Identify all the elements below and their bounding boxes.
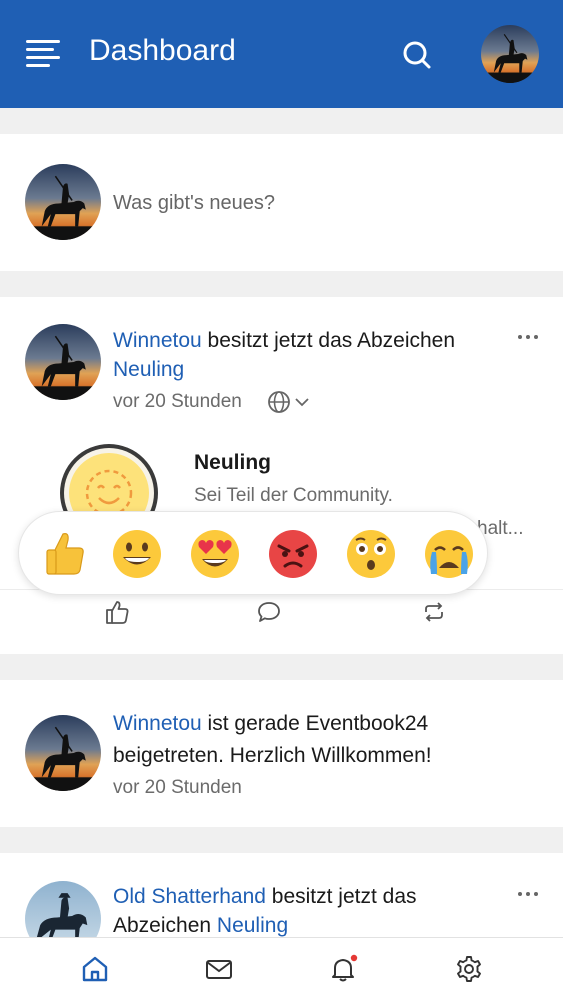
user-link[interactable]: Winnetou <box>113 329 202 352</box>
app-bar: Dashboard <box>0 0 563 108</box>
avatar[interactable] <box>25 324 101 400</box>
reaction-picker <box>18 511 488 595</box>
post-actions <box>0 589 563 633</box>
like-icon[interactable] <box>103 598 131 626</box>
notifications-bell-icon[interactable] <box>328 954 358 984</box>
home-icon[interactable] <box>80 954 110 984</box>
more-options-icon[interactable] <box>516 886 540 896</box>
thumbs-up-reaction-icon[interactable] <box>39 528 91 580</box>
page-title: Dashboard <box>89 34 236 67</box>
post-text: Winnetou ist gerade Eventbook24 beigetre… <box>113 712 432 767</box>
profile-avatar[interactable] <box>481 25 539 83</box>
post-card: Winnetou besitzt jetzt das Abzeichen Neu… <box>0 297 563 654</box>
angry-reaction-icon[interactable] <box>267 528 319 580</box>
post-card: Winnetou ist gerade Eventbook24 beigetre… <box>0 680 563 827</box>
grinning-reaction-icon[interactable] <box>111 528 163 580</box>
badge-link[interactable]: Neuling <box>217 914 288 937</box>
comment-icon[interactable] <box>255 598 283 626</box>
user-link[interactable]: Winnetou <box>113 712 202 735</box>
avatar[interactable] <box>25 164 101 240</box>
post-text: Old Shatterhand besitzt jetzt das Abzeic… <box>113 885 417 937</box>
heart-eyes-reaction-icon[interactable] <box>189 528 241 580</box>
badge-description: Sei Teil der Community. <box>194 485 393 506</box>
menu-icon[interactable] <box>26 38 62 68</box>
composer-card: Was gibt's neues? <box>0 134 563 271</box>
crying-reaction-icon[interactable] <box>423 528 475 580</box>
badge-title: Neuling <box>194 451 271 474</box>
user-link[interactable]: Old Shatterhand <box>113 885 266 908</box>
avatar[interactable] <box>25 715 101 791</box>
post-time: vor 20 Stunden <box>113 777 242 798</box>
search-icon[interactable] <box>398 36 438 76</box>
bottom-navigation <box>0 937 563 1000</box>
visibility-globe-icon[interactable] <box>266 389 310 415</box>
more-options-icon[interactable] <box>516 329 540 339</box>
post-time: vor 20 Stunden <box>113 391 242 412</box>
mail-icon[interactable] <box>204 954 234 984</box>
badge-link[interactable]: Neuling <box>113 358 184 381</box>
settings-gear-icon[interactable] <box>454 954 484 984</box>
composer-input[interactable]: Was gibt's neues? <box>113 192 275 215</box>
post-text: Winnetou besitzt jetzt das Abzeichen Neu… <box>113 329 456 381</box>
astonished-reaction-icon[interactable] <box>345 528 397 580</box>
share-repost-icon[interactable] <box>420 598 448 626</box>
